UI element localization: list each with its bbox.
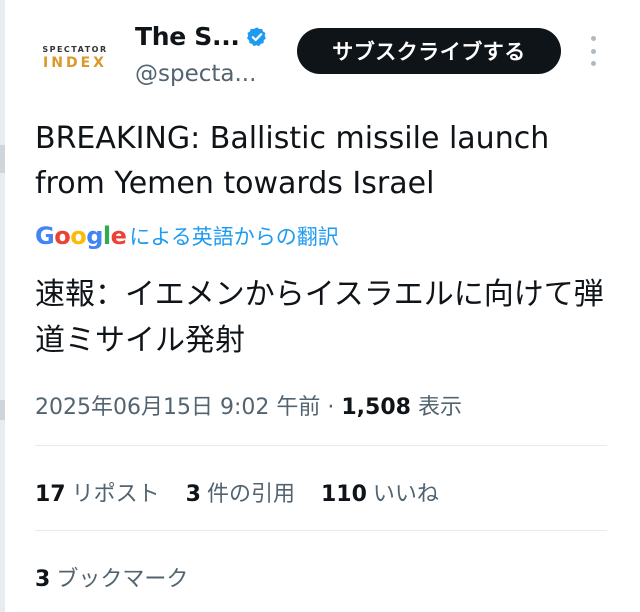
left-edge-mark <box>0 400 5 420</box>
avatar[interactable]: SPECTATOR INDEX <box>30 35 120 81</box>
reposts-label: リポスト <box>71 482 160 507</box>
bookmarks-label: ブックマーク <box>56 567 189 592</box>
more-dot <box>590 36 596 41</box>
divider <box>35 445 607 446</box>
likes-count: 110 <box>320 482 367 507</box>
tweet-text-translated: 速報：イエメンからイスラエルに向けて弾道ミサイル発射 <box>35 277 604 358</box>
meta-separator: · <box>327 395 335 420</box>
likes-stat[interactable]: 110 いいね <box>321 476 439 508</box>
reposts-stat[interactable]: 17 リポスト <box>35 476 160 508</box>
divider <box>35 530 607 531</box>
timestamp[interactable]: 2025年06月15日 9:02 午前 <box>35 395 320 420</box>
account-name-row[interactable]: The S... <box>135 22 268 51</box>
left-edge-mark <box>0 145 5 173</box>
subscribe-button[interactable]: サブスクライブする <box>297 28 561 74</box>
tweet-text-original: BREAKING: Ballistic missile launch from … <box>35 121 550 201</box>
views-count: 1,508 <box>341 395 411 420</box>
views-label: 表示 <box>417 395 462 420</box>
account-handle[interactable]: @specta... <box>135 61 256 87</box>
tweet-meta: 2025年06月15日 9:02 午前 · 1,508 表示 <box>35 389 462 421</box>
quotes-label: 件の引用 <box>206 482 295 507</box>
avatar-logo-top: SPECTATOR <box>42 45 108 54</box>
bookmarks-stat[interactable]: 3 ブックマーク <box>35 561 188 593</box>
translation-attribution[interactable]: Google による英語からの翻訳 <box>35 221 339 251</box>
google-logo: Google <box>35 222 127 250</box>
avatar-logo-bottom: INDEX <box>43 55 107 71</box>
quotes-stat[interactable]: 3 件の引用 <box>186 476 295 508</box>
more-vertical-icon[interactable] <box>585 34 601 68</box>
more-dot <box>590 61 596 66</box>
quotes-count: 3 <box>185 482 201 507</box>
bookmarks-count: 3 <box>35 567 51 592</box>
verified-badge-icon <box>246 26 266 46</box>
left-edge-strip <box>0 0 5 612</box>
reposts-count: 17 <box>35 482 66 507</box>
engagement-stats: 17 リポスト 3 件の引用 110 いいね <box>35 476 465 508</box>
account-name[interactable]: The S... <box>135 22 240 51</box>
more-dot <box>590 48 596 54</box>
translation-label[interactable]: による英語からの翻訳 <box>129 221 338 251</box>
likes-label: いいね <box>372 482 439 507</box>
